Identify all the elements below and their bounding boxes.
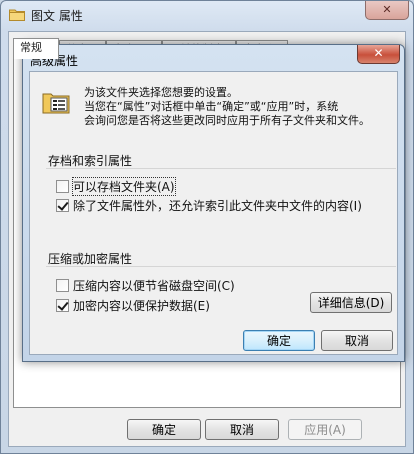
dialog-ok-button[interactable]: 确定: [243, 330, 315, 351]
dialog-close-button[interactable]: ✕: [357, 45, 400, 64]
info-line: 当您在“属性”对话框中单击“确定”或“应用”时，系统: [84, 100, 339, 113]
window-title: 图文 属性: [31, 9, 83, 23]
archive-checkbox[interactable]: [56, 179, 69, 193]
properties-icon: [42, 93, 70, 114]
close-button[interactable]: ✕: [365, 1, 409, 20]
advanced-attributes-dialog: 高级属性 ✕ 为该文件夹选择您想要的设置。 当您在“属性”对话框中单击“确定”或…: [22, 44, 405, 362]
encrypt-checkbox-label: 加密内容以便保护数据(E): [73, 298, 210, 313]
group-divider: [46, 266, 396, 267]
group-divider: [46, 168, 396, 169]
encrypt-checkbox-row[interactable]: 加密内容以便保护数据(E): [56, 297, 210, 313]
title-bar: 图文 属性 ✕: [1, 1, 413, 29]
details-button[interactable]: 详细信息(D): [310, 292, 392, 313]
compress-group-title: 压缩或加密属性: [48, 252, 133, 266]
tab-general[interactable]: 常规: [13, 38, 59, 59]
close-icon: ✕: [373, 46, 384, 60]
dialog-body: 为该文件夹选择您想要的设置。 当您在“属性”对话框中单击“确定”或“应用”时，系…: [29, 71, 398, 355]
info-line: 会询问您是否将这些更改同时应用于所有子文件夹和文件。: [84, 114, 370, 127]
back-button-row: 确定 取消 应用(A): [9, 419, 405, 443]
compress-checkbox-row[interactable]: 压缩内容以便节省磁盘空间(C): [56, 277, 235, 293]
apply-button[interactable]: 应用(A): [288, 419, 362, 440]
ok-button[interactable]: 确定: [127, 419, 201, 440]
index-checkbox-row[interactable]: 除了文件属性外，还允许索引此文件夹中文件的内容(I): [56, 197, 362, 213]
folder-icon: [9, 9, 25, 21]
encrypt-checkbox[interactable]: [56, 298, 69, 312]
info-line: 为该文件夹选择您想要的设置。: [84, 86, 238, 99]
index-checkbox[interactable]: [56, 198, 69, 212]
dialog-cancel-button[interactable]: 取消: [321, 330, 393, 351]
compress-checkbox[interactable]: [56, 278, 69, 292]
archive-checkbox-label: 可以存档文件夹(A): [72, 176, 176, 196]
info-text: 为该文件夹选择您想要的设置。 当您在“属性”对话框中单击“确定”或“应用”时，系…: [84, 86, 394, 128]
cancel-button[interactable]: 取消: [205, 419, 279, 440]
close-icon: ✕: [382, 3, 392, 16]
archive-checkbox-row[interactable]: 可以存档文件夹(A): [56, 176, 176, 196]
archive-group-title: 存档和索引属性: [48, 154, 133, 168]
compress-checkbox-label: 压缩内容以便节省磁盘空间(C): [73, 278, 235, 293]
index-checkbox-label: 除了文件属性外，还允许索引此文件夹中文件的内容(I): [73, 198, 362, 213]
